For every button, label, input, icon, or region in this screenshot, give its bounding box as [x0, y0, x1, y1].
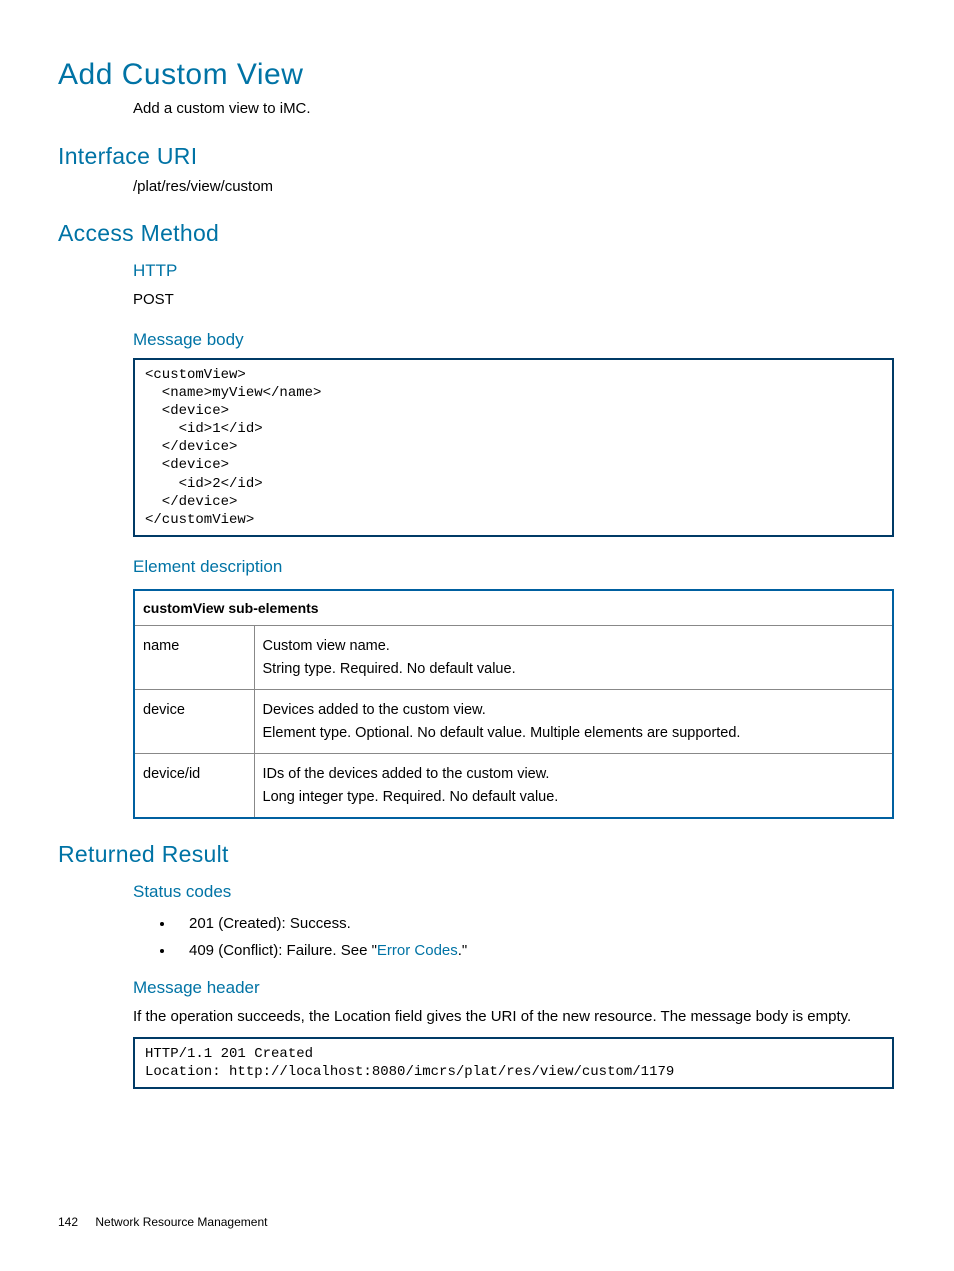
element-description-heading: Element description [133, 557, 894, 577]
section-interface-uri: Interface URI [58, 143, 894, 170]
table-header: customView sub-elements [134, 590, 893, 626]
status-code-item: 201 (Created): Success. [175, 910, 894, 937]
page-title: Add Custom View [58, 58, 894, 92]
interface-uri-value: /plat/res/view/custom [133, 176, 894, 199]
element-name: device [134, 690, 254, 754]
message-body-code: <customView> <name>myView</name> <device… [133, 358, 894, 538]
status-code-text-post: ." [458, 942, 468, 959]
message-header-code: HTTP/1.1 201 Created Location: http://lo… [133, 1037, 894, 1089]
element-desc: Custom view name.String type. Required. … [254, 626, 893, 690]
table-row: device Devices added to the custom view.… [134, 690, 893, 754]
status-code-item: 409 (Conflict): Failure. See "Error Code… [175, 937, 894, 964]
error-codes-link[interactable]: Error Codes [377, 942, 458, 959]
element-desc: Devices added to the custom view.Element… [254, 690, 893, 754]
page-number: 142 [58, 1215, 78, 1229]
table-row: name Custom view name.String type. Requi… [134, 626, 893, 690]
status-code-text-pre: 409 (Conflict): Failure. See " [189, 942, 377, 959]
element-description-table: customView sub-elements name Custom view… [133, 589, 894, 819]
http-label: HTTP [133, 261, 894, 281]
message-body-heading: Message body [133, 330, 894, 350]
intro-text: Add a custom view to iMC. [133, 98, 894, 121]
table-row: device/id IDs of the devices added to th… [134, 754, 893, 818]
status-codes-list: 201 (Created): Success. 409 (Conflict): … [133, 910, 894, 964]
element-name: name [134, 626, 254, 690]
element-name: device/id [134, 754, 254, 818]
http-method: POST [133, 289, 894, 312]
section-returned-result: Returned Result [58, 841, 894, 868]
page-footer: 142 Network Resource Management [58, 1215, 267, 1229]
message-header-heading: Message header [133, 978, 894, 998]
status-codes-heading: Status codes [133, 882, 894, 902]
footer-label: Network Resource Management [95, 1215, 267, 1229]
status-code-text: 201 (Created): Success. [189, 915, 351, 932]
section-access-method: Access Method [58, 220, 894, 247]
element-desc: IDs of the devices added to the custom v… [254, 754, 893, 818]
message-header-text: If the operation succeeds, the Location … [133, 1006, 894, 1029]
